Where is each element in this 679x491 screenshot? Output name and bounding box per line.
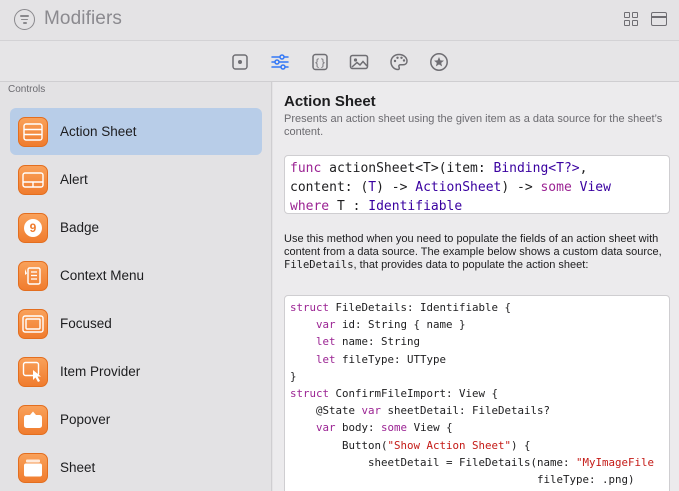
sidebar-item-alert[interactable]: Alert	[10, 156, 262, 203]
summary-text: Presents an action sheet using the given…	[284, 113, 663, 138]
sidebar: Controls Action Sheet Alert 9 Badge Cont…	[0, 82, 272, 491]
code-type: Identifiable	[368, 199, 463, 214]
sidebar-item-label: Item Provider	[60, 364, 141, 379]
code-line: }	[290, 369, 297, 383]
star-circle-icon[interactable]	[429, 52, 449, 72]
section-header: Controls	[8, 84, 46, 95]
sidebar-item-label: Focused	[60, 316, 112, 331]
sidebar-item-focused[interactable]: Focused	[10, 300, 262, 347]
code-line: var body: some View {	[316, 421, 453, 435]
page-title: Action Sheet	[284, 93, 376, 110]
sidebar-item-label: Action Sheet	[60, 124, 137, 139]
window-title: Modifiers	[44, 8, 122, 29]
discussion-text-part: Use this method when you need to populat…	[284, 233, 662, 258]
code-text: T :	[329, 199, 369, 214]
declaration-box[interactable]: func actionSheet<T>(item: Binding<T?>, c…	[284, 155, 670, 214]
inline-code: FileDetails	[284, 259, 354, 271]
code-line: struct ConfirmFileImport: View {	[290, 386, 499, 400]
sidebar-item-label: Context Menu	[60, 268, 145, 283]
sheet-icon	[18, 453, 48, 483]
badge-icon: 9	[18, 213, 48, 243]
sidebar-item-item-provider[interactable]: Item Provider	[10, 348, 262, 395]
code-line: Button("Show Action Sheet") {	[290, 438, 531, 452]
badge-number: 9	[30, 221, 37, 235]
code-text: actionSheet<T>(item:	[321, 161, 494, 176]
code-line: let name: String	[316, 335, 421, 349]
category-toolbar: {}	[0, 40, 679, 82]
sidebar-item-label: Alert	[60, 172, 88, 187]
sidebar-item-context-menu[interactable]: Context Menu	[10, 252, 262, 299]
filter-menu-icon[interactable]	[14, 9, 35, 30]
code-line: var id: String { name }	[316, 318, 466, 332]
sidebar-item-label: Badge	[60, 220, 100, 235]
sidebar-item-action-sheet[interactable]: Action Sheet	[10, 108, 262, 155]
code-type: T	[368, 180, 377, 195]
sidebar-item-badge[interactable]: 9 Badge	[10, 204, 262, 251]
action-sheet-icon	[18, 117, 48, 147]
grid-view-icon[interactable]	[624, 12, 639, 27]
code-line: struct FileDetails: Identifiable {	[290, 301, 512, 314]
palette-icon[interactable]	[389, 52, 409, 72]
sidebar-item-label: Sheet	[60, 460, 96, 475]
code-type: Binding<T?>	[493, 161, 580, 176]
code-type: ActionSheet	[415, 180, 502, 195]
code-type: View	[579, 180, 611, 195]
sidebar-item-label: Popover	[60, 412, 111, 427]
alert-icon	[18, 165, 48, 195]
title-bar: Modifiers	[0, 0, 679, 40]
code-line: sheetDetail = FileDetails(name: "MyImage…	[290, 455, 655, 469]
sidebar-item-popover[interactable]: Popover	[10, 396, 262, 443]
code-keyword: func	[290, 161, 322, 176]
code-text: ,	[579, 161, 588, 176]
code-text: content: (	[290, 180, 369, 195]
code-line: let fileType: UTType	[316, 352, 447, 366]
code-line: fileType: .png)	[290, 472, 635, 486]
focused-icon	[18, 309, 48, 339]
discussion-text-part: , that provides data to populate the act…	[353, 259, 589, 271]
discussion-text: Use this method when you need to populat…	[284, 233, 672, 272]
code-text: ) ->	[501, 180, 541, 195]
inspector-toggle-icon[interactable]	[651, 12, 667, 26]
photo-icon[interactable]	[349, 52, 369, 72]
svg-text:{}: {}	[314, 58, 326, 69]
square-dot-icon[interactable]	[230, 52, 250, 72]
code-keyword: where	[290, 199, 330, 214]
context-menu-icon	[18, 261, 48, 291]
sidebar-item-sheet[interactable]: Sheet	[10, 444, 262, 491]
code-keyword: some	[540, 180, 572, 195]
detail-pane: Action Sheet Presents an action sheet us…	[273, 82, 679, 491]
popover-icon	[18, 405, 48, 435]
braces-icon[interactable]: {}	[310, 52, 330, 72]
code-example[interactable]: struct FileDetails: Identifiable { var i…	[284, 295, 670, 491]
item-provider-icon	[18, 357, 48, 387]
code-text: ) ->	[376, 180, 416, 195]
sliders-icon[interactable]	[270, 52, 290, 72]
code-line: @State var sheetDetail: FileDetails?	[290, 404, 551, 418]
